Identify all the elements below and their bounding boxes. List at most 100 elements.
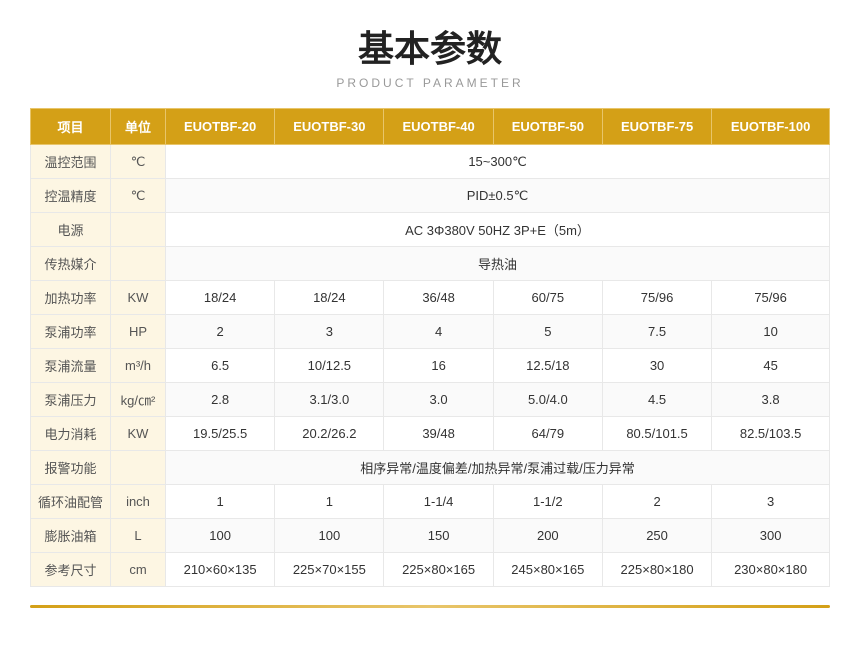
row-span-value-2: AC 3Φ380V 50HZ 3P+E（5m） [166, 213, 830, 247]
row-item-9: 报警功能 [31, 451, 111, 485]
table-row: 泵浦压力kg/㎝²2.83.1/3.03.05.0/4.04.53.8 [31, 383, 830, 417]
row-val-7-3: 5.0/4.0 [493, 383, 602, 417]
row-item-5: 泵浦功率 [31, 315, 111, 349]
row-val-4-2: 36/48 [384, 281, 493, 315]
row-unit-11: L [111, 519, 166, 553]
row-val-10-1: 1 [275, 485, 384, 519]
row-val-10-4: 2 [602, 485, 711, 519]
table-row: 温控范围℃15~300℃ [31, 145, 830, 179]
row-val-5-2: 4 [384, 315, 493, 349]
table-row: 泵浦流量m³/h6.510/12.51612.5/183045 [31, 349, 830, 383]
table-row: 参考尺寸cm210×60×135225×70×155225×80×165245×… [31, 553, 830, 587]
row-val-12-3: 245×80×165 [493, 553, 602, 587]
row-unit-7: kg/㎝² [111, 383, 166, 417]
row-val-11-1: 100 [275, 519, 384, 553]
row-val-4-0: 18/24 [166, 281, 275, 315]
row-val-11-5: 300 [712, 519, 830, 553]
col-header-euotbf20: EUOTBF-20 [166, 109, 275, 145]
col-header-euotbf30: EUOTBF-30 [275, 109, 384, 145]
row-val-11-4: 250 [602, 519, 711, 553]
col-header-unit: 单位 [111, 109, 166, 145]
table-row: 循环油配管inch111-1/41-1/223 [31, 485, 830, 519]
row-val-7-1: 3.1/3.0 [275, 383, 384, 417]
table-row: 传热媒介 导热油 [31, 247, 830, 281]
row-span-value-3: 导热油 [166, 247, 830, 281]
row-val-8-4: 80.5/101.5 [602, 417, 711, 451]
row-val-6-3: 12.5/18 [493, 349, 602, 383]
row-item-12: 参考尺寸 [31, 553, 111, 587]
table-row: 泵浦功率HP23457.510 [31, 315, 830, 349]
row-val-12-0: 210×60×135 [166, 553, 275, 587]
row-val-7-4: 4.5 [602, 383, 711, 417]
row-val-7-5: 3.8 [712, 383, 830, 417]
row-unit-5: HP [111, 315, 166, 349]
row-item-7: 泵浦压力 [31, 383, 111, 417]
row-unit-1: ℃ [111, 179, 166, 213]
row-unit-12: cm [111, 553, 166, 587]
row-val-10-5: 3 [712, 485, 830, 519]
row-item-0: 温控范围 [31, 145, 111, 179]
row-val-7-2: 3.0 [384, 383, 493, 417]
row-val-8-0: 19.5/25.5 [166, 417, 275, 451]
row-val-8-3: 64/79 [493, 417, 602, 451]
row-item-2: 电源 [31, 213, 111, 247]
row-unit-3 [111, 247, 166, 281]
row-span-value-9: 相序异常/温度偏差/加热异常/泵浦过载/压力异常 [166, 451, 830, 485]
row-item-6: 泵浦流量 [31, 349, 111, 383]
row-val-8-1: 20.2/26.2 [275, 417, 384, 451]
row-span-value-0: 15~300℃ [166, 145, 830, 179]
row-val-11-0: 100 [166, 519, 275, 553]
row-val-11-2: 150 [384, 519, 493, 553]
row-unit-9 [111, 451, 166, 485]
col-header-euotbf40: EUOTBF-40 [384, 109, 493, 145]
row-unit-0: ℃ [111, 145, 166, 179]
row-item-3: 传热媒介 [31, 247, 111, 281]
row-val-8-2: 39/48 [384, 417, 493, 451]
row-val-10-2: 1-1/4 [384, 485, 493, 519]
col-header-euotbf100: EUOTBF-100 [712, 109, 830, 145]
table-row: 控温精度℃PID±0.5℃ [31, 179, 830, 213]
table-row: 电力消耗KW19.5/25.520.2/26.239/4864/7980.5/1… [31, 417, 830, 451]
table-row: 加热功率KW18/2418/2436/4860/7575/9675/96 [31, 281, 830, 315]
row-val-5-0: 2 [166, 315, 275, 349]
page-title: 基本参数 [30, 20, 830, 72]
row-val-4-3: 60/75 [493, 281, 602, 315]
row-unit-4: KW [111, 281, 166, 315]
row-val-11-3: 200 [493, 519, 602, 553]
row-val-6-2: 16 [384, 349, 493, 383]
row-val-12-4: 225×80×180 [602, 553, 711, 587]
row-val-12-5: 230×80×180 [712, 553, 830, 587]
row-unit-6: m³/h [111, 349, 166, 383]
row-val-5-1: 3 [275, 315, 384, 349]
row-val-10-0: 1 [166, 485, 275, 519]
row-val-12-2: 225×80×165 [384, 553, 493, 587]
row-val-5-4: 7.5 [602, 315, 711, 349]
bottom-divider [30, 605, 830, 608]
row-unit-2 [111, 213, 166, 247]
row-val-5-5: 10 [712, 315, 830, 349]
row-item-10: 循环油配管 [31, 485, 111, 519]
table-row: 电源 AC 3Φ380V 50HZ 3P+E（5m） [31, 213, 830, 247]
row-val-6-0: 6.5 [166, 349, 275, 383]
page-subtitle: PRODUCT PARAMETER [30, 76, 830, 90]
col-header-item: 项目 [31, 109, 111, 145]
parameters-table: 项目单位EUOTBF-20EUOTBF-30EUOTBF-40EUOTBF-50… [30, 108, 830, 587]
row-val-6-5: 45 [712, 349, 830, 383]
row-val-10-3: 1-1/2 [493, 485, 602, 519]
row-span-value-1: PID±0.5℃ [166, 179, 830, 213]
row-unit-8: KW [111, 417, 166, 451]
row-item-1: 控温精度 [31, 179, 111, 213]
table-row: 膨胀油箱L100100150200250300 [31, 519, 830, 553]
row-item-4: 加热功率 [31, 281, 111, 315]
row-val-4-1: 18/24 [275, 281, 384, 315]
row-val-4-5: 75/96 [712, 281, 830, 315]
row-item-11: 膨胀油箱 [31, 519, 111, 553]
row-item-8: 电力消耗 [31, 417, 111, 451]
col-header-euotbf75: EUOTBF-75 [602, 109, 711, 145]
row-val-8-5: 82.5/103.5 [712, 417, 830, 451]
row-val-12-1: 225×70×155 [275, 553, 384, 587]
row-val-5-3: 5 [493, 315, 602, 349]
row-unit-10: inch [111, 485, 166, 519]
row-val-4-4: 75/96 [602, 281, 711, 315]
col-header-euotbf50: EUOTBF-50 [493, 109, 602, 145]
